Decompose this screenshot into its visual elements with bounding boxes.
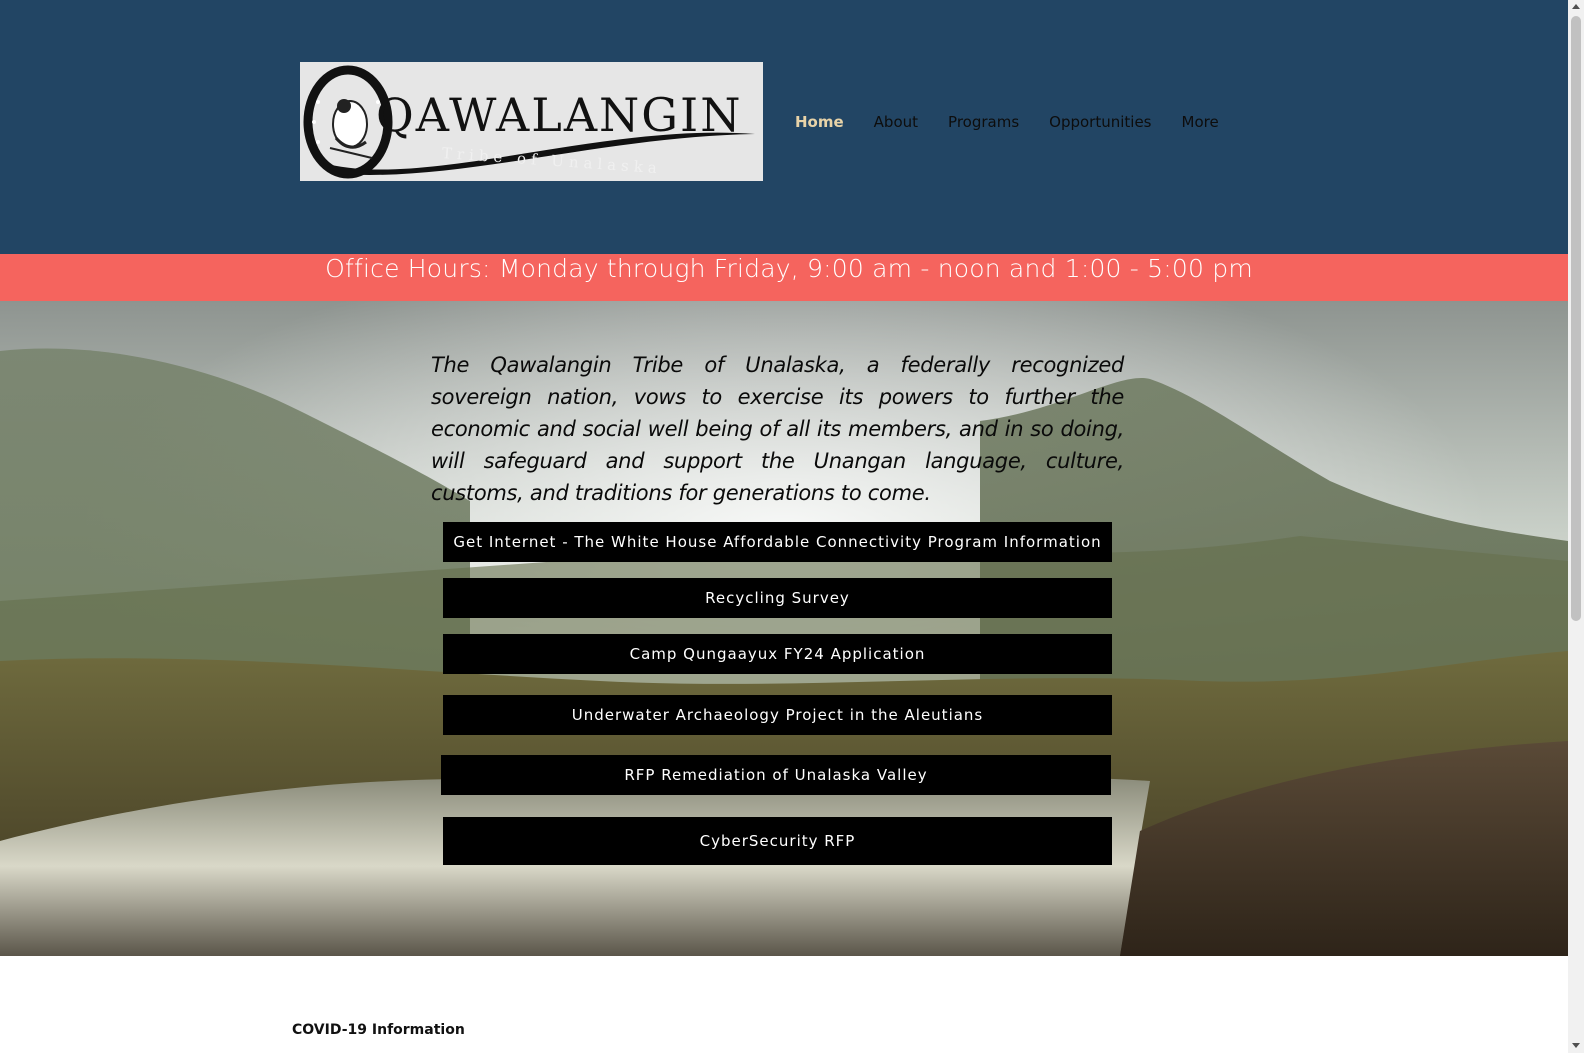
nav-item-more[interactable]: More — [1182, 112, 1219, 132]
mission-statement: The Qawalangin Tribe of Unalaska, a fede… — [431, 353, 1124, 505]
site-logo[interactable]: QAWALANGIN Tribe of Unalaska — [300, 62, 763, 181]
affordable-connectivity-button[interactable]: Get Internet - The White House Affordabl… — [443, 522, 1112, 562]
office-hours-text: Office Hours: Monday through Friday, 9:0… — [325, 254, 1253, 283]
camp-application-button[interactable]: Camp Qungaayux FY24 Application — [443, 634, 1112, 674]
page-scrollbar[interactable] — [1568, 0, 1584, 1053]
scroll-down-arrow-icon[interactable] — [1572, 1043, 1580, 1048]
page: QAWALANGIN Tribe of Unalaska Home About … — [0, 0, 1584, 1053]
cybersecurity-rfp-button[interactable]: CyberSecurity RFP — [443, 817, 1112, 865]
site-header: QAWALANGIN Tribe of Unalaska Home About … — [0, 0, 1568, 254]
main-nav: Home About Programs Opportunities More — [795, 112, 1249, 132]
nav-item-about[interactable]: About — [874, 112, 918, 132]
nav-item-home[interactable]: Home — [795, 112, 844, 132]
logo-main-text: QAWALANGIN — [376, 88, 743, 142]
underwater-archaeology-button[interactable]: Underwater Archaeology Project in the Al… — [443, 695, 1112, 735]
rfp-remediation-button[interactable]: RFP Remediation of Unalaska Valley — [441, 755, 1111, 795]
recycling-survey-button[interactable]: Recycling Survey — [443, 578, 1112, 618]
nav-item-programs[interactable]: Programs — [948, 112, 1019, 132]
scroll-up-arrow-icon[interactable] — [1572, 4, 1580, 9]
covid-info-heading[interactable]: COVID-19 Information — [292, 1022, 465, 1038]
office-hours-banner: Office Hours: Monday through Friday, 9:0… — [0, 254, 1568, 301]
scrollbar-thumb[interactable] — [1571, 16, 1581, 621]
nav-item-opportunities[interactable]: Opportunities — [1049, 112, 1151, 132]
